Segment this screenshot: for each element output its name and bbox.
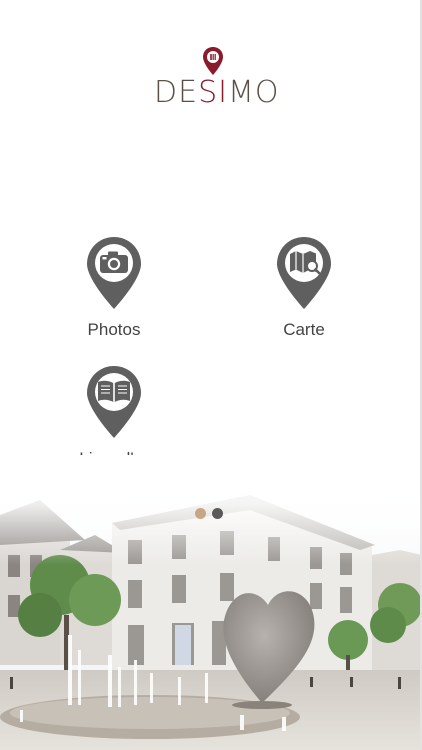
- photos-label: Photos: [87, 320, 141, 339]
- camera-icon: [87, 237, 141, 309]
- map-search-icon: [277, 237, 331, 309]
- app-logo: DESIMO: [150, 46, 278, 110]
- logo-wordmark-part-3: MO: [227, 75, 280, 110]
- page-dot-2[interactable]: [212, 508, 223, 519]
- open-book-icon: [87, 366, 141, 438]
- map-button[interactable]: Carte: [249, 236, 359, 346]
- photos-button[interactable]: Photos: [59, 236, 169, 346]
- home-screen: DESIMO Photos Carte: [0, 0, 422, 750]
- page-indicator: [195, 508, 223, 520]
- page-dot-1[interactable]: [195, 508, 206, 519]
- logo-wordmark-part-1: DE: [154, 75, 199, 110]
- logo-pin-icon: [203, 47, 223, 75]
- logo-wordmark-part-2: SI: [198, 75, 228, 110]
- logo-wordmark: DESIMO: [154, 75, 278, 110]
- map-label: Carte: [283, 320, 325, 339]
